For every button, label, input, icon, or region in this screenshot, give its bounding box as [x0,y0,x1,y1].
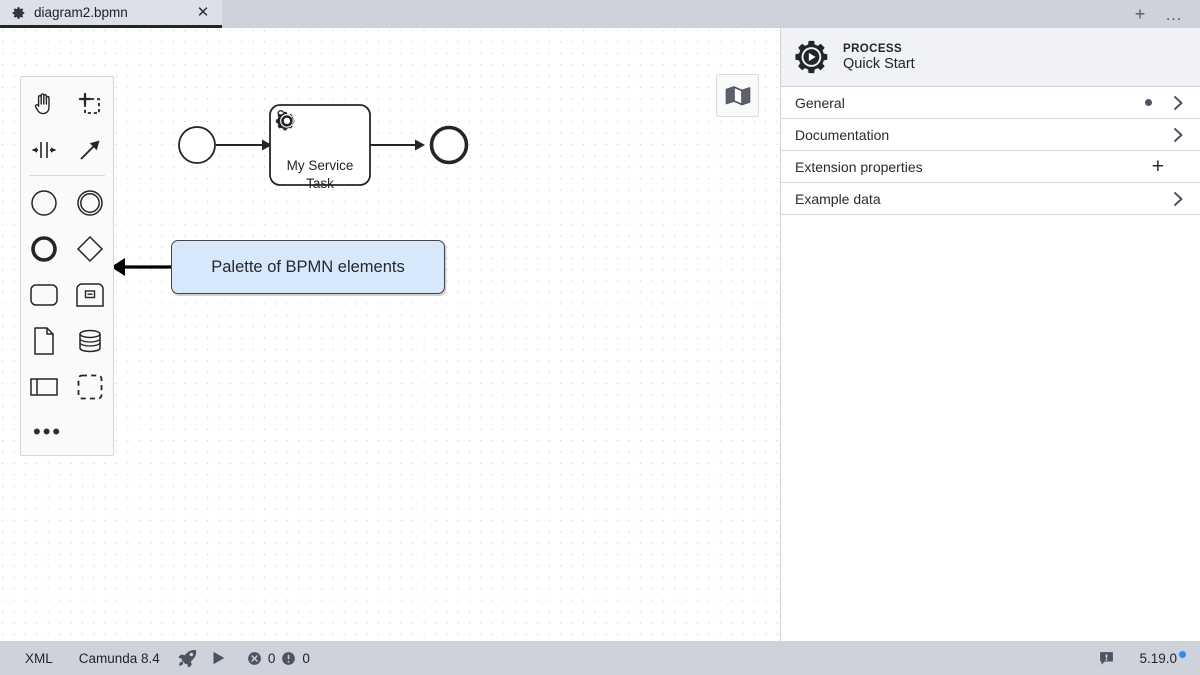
map-icon [725,85,750,105]
properties-group-label: Documentation [795,126,890,143]
add-extension-property-icon[interactable]: + [1152,156,1164,177]
element-type-label: PROCESS [843,42,903,55]
app-window: diagram2.bpmn ✕ + … My Service Task ••• … [0,0,1200,675]
service-task-shape [269,104,371,186]
chevron-right-icon [1174,191,1183,206]
palette-more-button[interactable]: ••• [21,410,113,454]
properties-group-row[interactable]: General [781,87,1200,119]
palette-create-data-store[interactable] [67,318,113,364]
service-task-label-line1: My Service [287,158,354,173]
properties-group-row[interactable]: Extension properties + [781,151,1200,183]
properties-group-label: Extension properties [795,158,923,175]
palette-create-group[interactable] [67,364,113,410]
double-circle-icon [77,190,103,216]
problems-summary[interactable]: 0 0 [247,651,310,666]
warning-icon [282,651,296,665]
new-tab-button[interactable]: + [1130,4,1150,24]
rocket-icon [178,649,197,668]
subprocess-icon [76,283,104,307]
properties-panel: PROCESS Quick Start General Documentation… [780,28,1200,641]
tab-diagram2[interactable]: diagram2.bpmn ✕ [0,0,222,28]
rounded-rect-icon [30,284,58,306]
feedback-button[interactable] [1091,645,1121,671]
palette-tools-group [21,81,113,173]
bpmn-palette: ••• [20,76,114,456]
circle-thick-icon [31,236,57,262]
palette-create-subprocess[interactable] [67,272,113,318]
play-icon [213,651,225,665]
process-gear-play-icon [795,40,828,74]
tab-overflow-button[interactable]: … [1164,4,1184,24]
lasso-icon [78,92,100,114]
palette-create-end-event[interactable] [21,226,67,272]
palette-create-data-object[interactable] [21,318,67,364]
xml-toggle-button[interactable]: XML [12,645,66,671]
close-icon[interactable]: ✕ [194,4,212,22]
end-event-shape [429,125,469,165]
bpmn-diagram: My Service Task [111,104,469,276]
properties-group-row[interactable]: Example data [781,183,1200,215]
diamond-icon [76,235,104,263]
tab-bar-spacer [222,0,1130,28]
gears-icon [275,110,295,131]
start-event-shape [178,126,216,164]
palette-space-tool[interactable] [21,127,67,173]
palette-create-intermediate-event[interactable] [67,180,113,226]
service-task-label-line2: Task [306,176,334,191]
warning-count-group[interactable]: 0 [281,651,310,666]
palette-create-participant[interactable] [21,364,67,410]
element-name-label: Quick Start [843,55,915,72]
feedback-icon [1100,651,1113,665]
error-count: 0 [267,650,276,666]
callout-box: Palette of BPMN elements [171,240,445,294]
status-bar-left: XML Camunda 8.4 0 0 [12,645,310,671]
tab-bar: diagram2.bpmn ✕ + … [0,0,1200,28]
tab-title: diagram2.bpmn [34,5,128,20]
error-icon [247,651,261,665]
database-icon [79,329,101,353]
arrow-icon [80,140,100,160]
callout-text: Palette of BPMN elements [211,257,405,276]
version-label: 5.19.0 [1139,650,1177,666]
gear-icon [12,6,25,19]
palette-hand-tool[interactable] [21,81,67,127]
status-bar-right: 5.19.0 [1091,645,1186,671]
chevron-right-icon[interactable] [1173,191,1184,207]
deploy-button[interactable] [173,645,203,671]
chevron-right-icon[interactable] [1173,95,1184,111]
chevron-right-icon[interactable] [1173,127,1184,143]
minimap-toggle-button[interactable] [716,74,759,117]
error-count-group[interactable]: 0 [247,650,276,666]
palette-lasso-tool[interactable] [67,81,113,127]
palette-create-gateway[interactable] [67,226,113,272]
document-icon [34,327,54,355]
chevron-right-icon [1174,95,1183,110]
app-version[interactable]: 5.19.0 [1139,650,1186,666]
pool-icon [30,378,58,396]
run-button[interactable] [203,645,233,671]
properties-group-label: Example data [795,190,881,207]
palette-elements-group [21,180,113,410]
properties-group-filled-dot [1145,99,1152,106]
dashed-rect-icon [77,374,103,400]
circle-thin-icon [31,190,57,216]
properties-group-row[interactable]: Documentation [781,119,1200,151]
palette-create-start-event[interactable] [21,180,67,226]
bpmn-canvas[interactable]: My Service Task ••• Palette of BPMN elem… [0,28,780,641]
properties-header-text: PROCESS Quick Start [843,43,915,72]
palette-divider [29,175,105,176]
palette-create-task[interactable] [21,272,67,318]
properties-panel-header: PROCESS Quick Start [781,28,1200,87]
warning-count: 0 [302,650,310,666]
tab-bar-actions: + … [1130,0,1200,28]
space-tool-icon [32,142,56,158]
properties-group-label: General [795,94,845,111]
hand-icon [34,93,50,115]
update-available-dot [1179,650,1186,658]
status-bar: XML Camunda 8.4 0 0 5.19.0 [0,641,1200,675]
chevron-right-icon [1174,127,1183,142]
properties-group-list: General Documentation Extension properties… [781,87,1200,215]
palette-connect-tool[interactable] [67,127,113,173]
engine-version-button[interactable]: Camunda 8.4 [66,645,173,671]
